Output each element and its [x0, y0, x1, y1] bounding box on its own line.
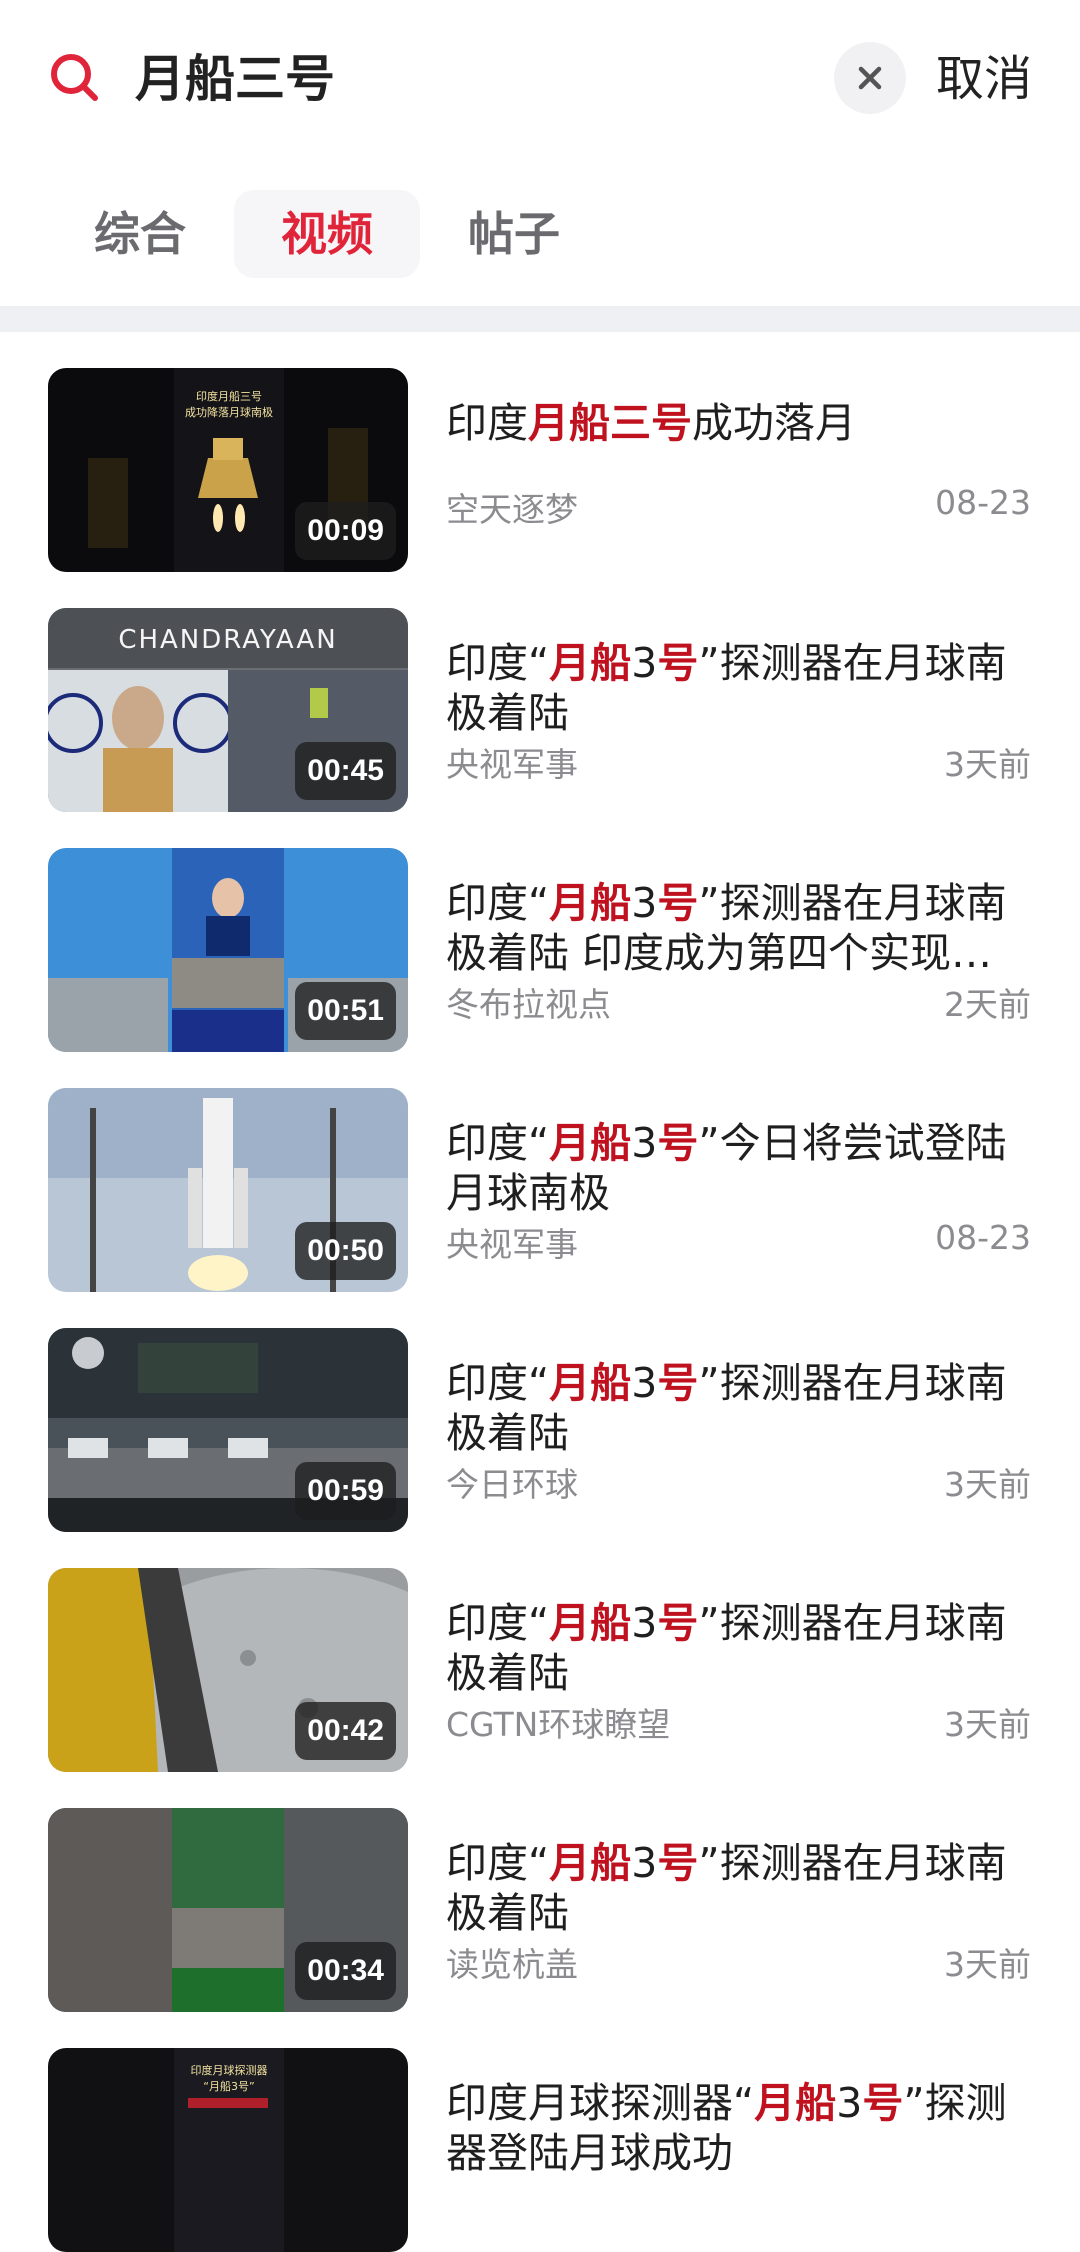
search-bar: 月船三号 取消	[0, 0, 1080, 155]
video-duration: 00:42	[295, 1702, 396, 1760]
video-meta: 读览杭盖 3天前	[446, 1938, 1031, 1986]
video-date: 3天前	[944, 1465, 1031, 1504]
list-item[interactable]: CHANDRAYAAN 00:45 印度“月船3号”探测器在月球南极着陆 央视军…	[0, 608, 1080, 812]
tab-posts[interactable]: 帖子	[436, 190, 592, 278]
video-author[interactable]: 央视军事	[446, 745, 578, 784]
video-date: 3天前	[944, 745, 1031, 784]
video-thumbnail[interactable]: 00:42	[48, 1568, 408, 1772]
video-meta: CGTN环球瞭望 3天前	[446, 1698, 1031, 1746]
video-duration: 00:50	[295, 1222, 396, 1280]
thumbnail-caption: 印度月船三号	[196, 389, 262, 403]
list-item[interactable]: 印度月船三号 成功降落月球南极 00:09 印度月船三号成功落月 空天逐梦 08…	[0, 368, 1080, 572]
video-author[interactable]: 空天逐梦	[446, 490, 578, 529]
video-duration: 00:09	[295, 502, 396, 560]
list-item[interactable]: 00:42 印度“月船3号”探测器在月球南极着陆 CGTN环球瞭望 3天前	[0, 1568, 1080, 1772]
video-title[interactable]: 印度“月船3号”探测器在月球南极着陆	[446, 1358, 1036, 1458]
video-thumbnail[interactable]: 00:34	[48, 1808, 408, 2012]
video-title[interactable]: 印度月球探测器“月船3号”探测器登陆月球成功	[446, 2078, 1036, 2178]
thumbnail-caption: “月船3号”	[203, 2079, 254, 2093]
thumbnail-caption: CHANDRAYAAN	[118, 625, 337, 655]
video-duration: 00:51	[295, 982, 396, 1040]
video-date: 3天前	[944, 1945, 1031, 1984]
video-title[interactable]: 印度“月船3号”探测器在月球南极着陆	[446, 1838, 1036, 1938]
video-thumbnail[interactable]: CHANDRAYAAN 00:45	[48, 608, 408, 812]
video-meta: 今日环球 3天前	[446, 1458, 1031, 1506]
thumbnail-caption: 成功降落月球南极	[185, 405, 273, 419]
video-meta: 空天逐梦 08-23	[446, 483, 1031, 531]
video-author[interactable]: 冬布拉视点	[446, 985, 611, 1024]
video-title[interactable]: 印度“月船3号”探测器在月球南极着陆 印度成为第四个实现…	[446, 878, 1036, 978]
video-thumbnail[interactable]: 00:59	[48, 1328, 408, 1532]
video-meta: 冬布拉视点 2天前	[446, 978, 1031, 1026]
video-date: 08-23	[935, 483, 1031, 522]
video-date: 2天前	[944, 985, 1031, 1024]
close-icon	[858, 66, 882, 90]
video-author[interactable]: 央视军事	[446, 1225, 578, 1264]
video-duration: 00:59	[295, 1462, 396, 1520]
list-item[interactable]: 00:59 印度“月船3号”探测器在月球南极着陆 今日环球 3天前	[0, 1328, 1080, 1532]
tab-video[interactable]: 视频	[234, 190, 420, 278]
video-author[interactable]: 今日环球	[446, 1465, 578, 1504]
result-tabs: 综合 视频 帖子	[0, 190, 1080, 280]
video-meta: 央视军事 08-23	[446, 1218, 1031, 1266]
list-item[interactable]: 00:50 印度“月船3号”今日将尝试登陆月球南极 央视军事 08-23	[0, 1088, 1080, 1292]
video-title[interactable]: 印度“月船3号”探测器在月球南极着陆	[446, 1598, 1036, 1698]
search-icon	[51, 54, 98, 101]
video-thumbnail[interactable]: 印度月船三号 成功降落月球南极 00:09	[48, 368, 408, 572]
list-item[interactable]: 00:34 印度“月船3号”探测器在月球南极着陆 读览杭盖 3天前	[0, 1808, 1080, 2012]
video-title[interactable]: 印度“月船3号”今日将尝试登陆月球南极	[446, 1118, 1036, 1218]
video-title[interactable]: 印度“月船3号”探测器在月球南极着陆	[446, 638, 1036, 738]
video-date: 08-23	[935, 1218, 1031, 1257]
video-duration: 00:45	[295, 742, 396, 800]
list-item[interactable]: 00:51 印度“月船3号”探测器在月球南极着陆 印度成为第四个实现… 冬布拉视…	[0, 848, 1080, 1052]
cancel-button[interactable]: 取消	[936, 44, 1032, 114]
search-input[interactable]: 月船三号	[135, 44, 335, 114]
video-meta: 央视军事 3天前	[446, 738, 1031, 786]
video-thumbnail[interactable]: 00:51	[48, 848, 408, 1052]
clear-search-button[interactable]	[834, 42, 906, 114]
video-author[interactable]: CGTN环球瞭望	[446, 1705, 670, 1744]
list-item[interactable]: 印度月球探测器 “月船3号” 印度月球探测器“月船3号”探测器登陆月球成功	[0, 2048, 1080, 2252]
video-thumbnail[interactable]: 印度月球探测器 “月船3号”	[48, 2048, 408, 2252]
video-duration: 00:34	[295, 1942, 396, 2000]
video-date: 3天前	[944, 1705, 1031, 1744]
tab-all[interactable]: 综合	[62, 190, 218, 278]
video-title[interactable]: 印度月船三号成功落月	[446, 398, 1036, 448]
section-divider	[0, 306, 1080, 332]
thumbnail-caption: 印度月球探测器	[191, 2063, 268, 2077]
video-author[interactable]: 读览杭盖	[446, 1945, 578, 1984]
video-thumbnail[interactable]: 00:50	[48, 1088, 408, 1292]
